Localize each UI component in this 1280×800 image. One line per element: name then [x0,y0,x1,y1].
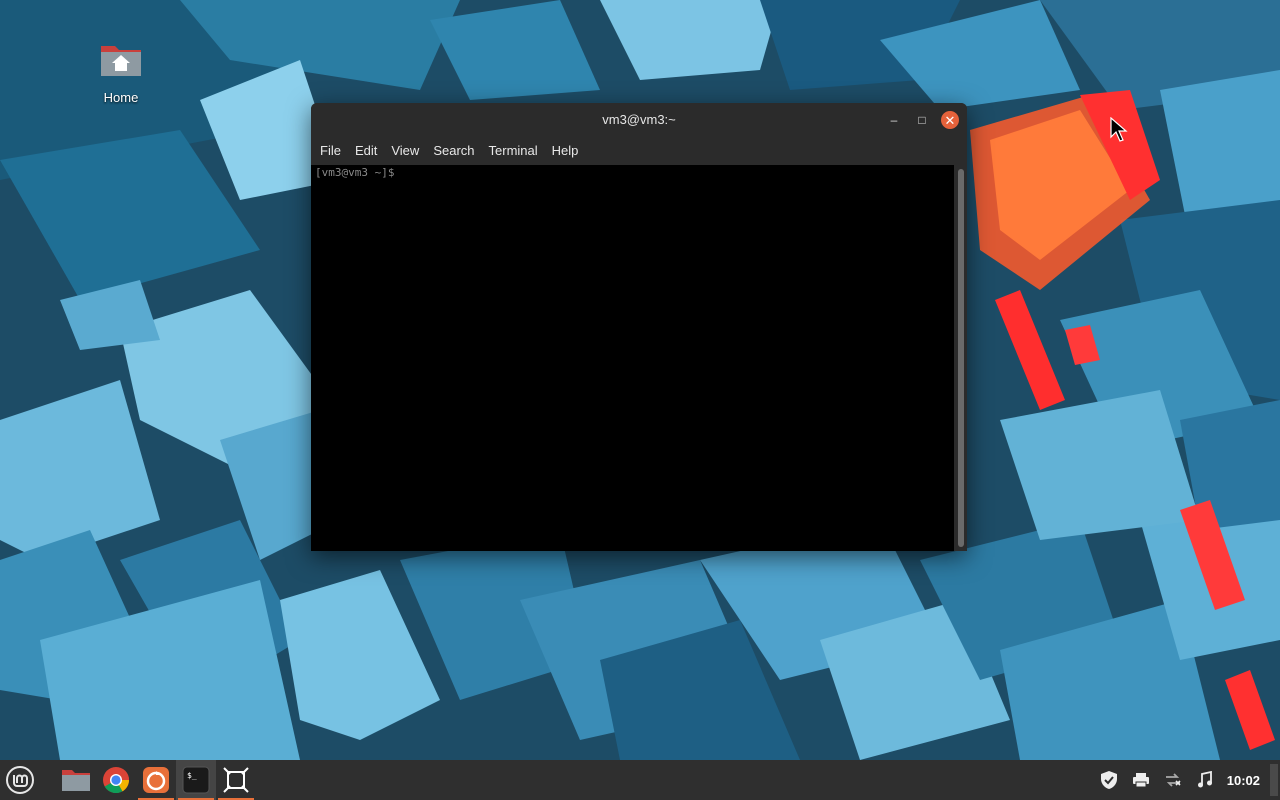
terminal-launcher[interactable]: $_ [176,760,216,800]
terminal-icon: $_ [182,766,210,794]
shield-icon[interactable] [1093,760,1125,800]
app-launcher[interactable] [216,760,256,800]
clock[interactable]: 10:02 [1221,773,1270,788]
taskbar: $_ 10:02 [0,760,1280,800]
folder-icon [62,770,90,791]
terminal-window[interactable]: vm3@vm3:~ – □ ✕ File Edit View Search Te… [311,103,967,551]
close-button[interactable]: ✕ [941,111,959,129]
terminal-scrollbar[interactable] [954,165,967,551]
home-folder-icon [99,40,143,80]
svg-text:$_: $_ [187,771,197,780]
firefox-icon [143,767,169,793]
window-titlebar[interactable]: vm3@vm3:~ – □ ✕ [311,103,967,137]
show-desktop-button[interactable] [1270,764,1278,796]
chrome-icon [103,767,130,794]
menu-bar: File Edit View Search Terminal Help [311,137,967,165]
menu-help[interactable]: Help [545,137,586,165]
minimize-button[interactable]: – [885,111,903,129]
window-title: vm3@vm3:~ [602,112,676,127]
menu-search[interactable]: Search [426,137,481,165]
linux-mint-logo-icon [6,766,34,794]
menu-file[interactable]: File [313,137,348,165]
frame-icon [223,767,249,793]
files-launcher[interactable] [56,760,96,800]
maximize-button[interactable]: □ [913,111,931,129]
system-tray: 10:02 [1093,760,1280,800]
firefox-launcher[interactable] [136,760,176,800]
printer-icon[interactable] [1125,760,1157,800]
scrollbar-thumb[interactable] [958,169,964,547]
chrome-launcher[interactable] [96,760,136,800]
mouse-cursor-icon [1110,117,1128,142]
menu-edit[interactable]: Edit [348,137,384,165]
terminal-output[interactable]: [vm3@vm3 ~]$ [311,165,954,551]
shell-prompt: [vm3@vm3 ~]$ [315,166,395,179]
menu-view[interactable]: View [384,137,426,165]
sound-icon[interactable] [1189,760,1221,800]
menu-button[interactable] [0,760,40,800]
desktop-icon-label: Home [103,90,139,105]
network-icon[interactable] [1157,760,1189,800]
desktop-icon-home[interactable]: Home [86,40,156,105]
menu-terminal[interactable]: Terminal [482,137,545,165]
